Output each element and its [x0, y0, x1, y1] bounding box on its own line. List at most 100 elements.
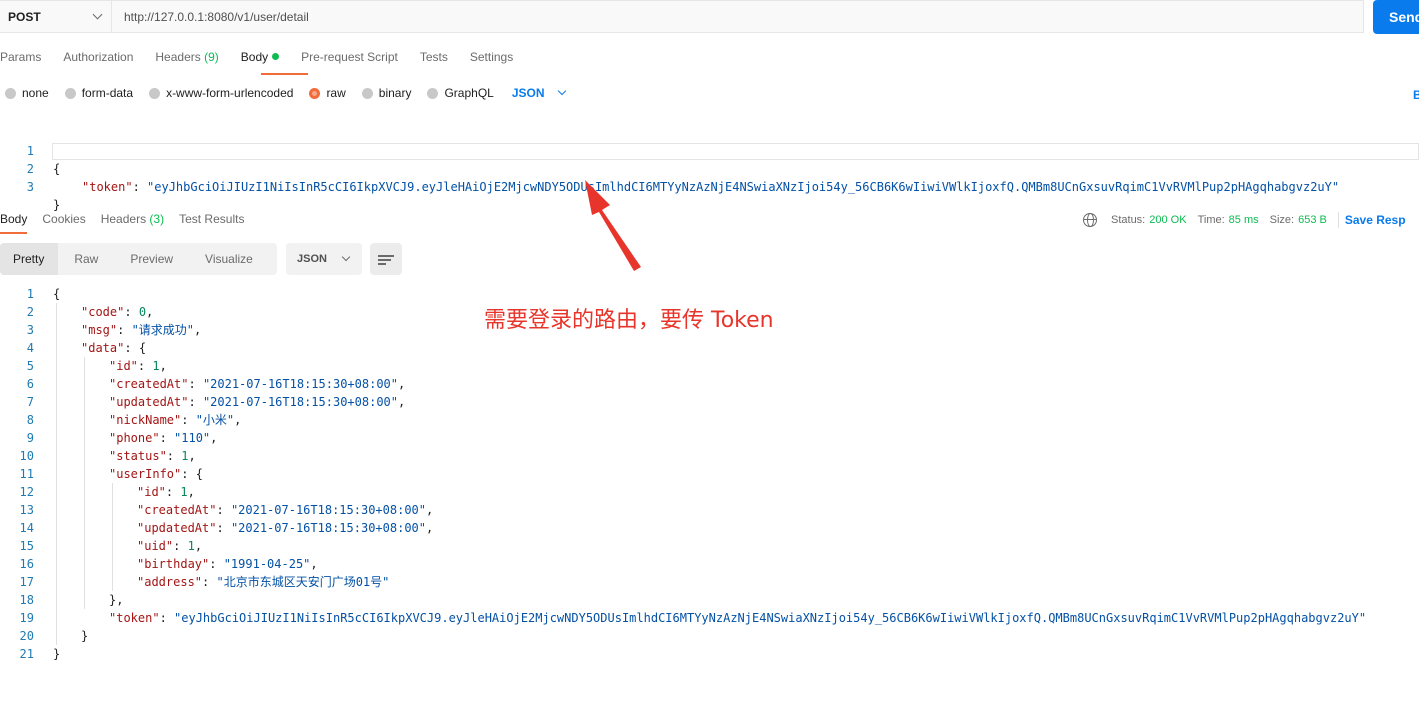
- radio-none[interactable]: none: [5, 86, 49, 100]
- tab-cookies[interactable]: Cookies: [42, 212, 85, 226]
- code-line: 12 "id": 1,: [0, 483, 1419, 501]
- radio-icon: [361, 87, 373, 99]
- json-key: "data": [81, 341, 125, 355]
- line-number: 3: [26, 323, 34, 337]
- tab-authorization[interactable]: Authorization: [63, 50, 133, 70]
- method-label: POST: [8, 9, 41, 24]
- code-line: 1{: [0, 285, 1419, 303]
- radio-raw[interactable]: raw: [309, 86, 346, 100]
- response-body-viewer[interactable]: 1{2 "code": 0, 3 "msg": "请求成功", 4 "data": {5 "…: [0, 285, 1419, 663]
- tab-params[interactable]: Params: [0, 50, 41, 70]
- time-value[interactable]: 85 ms: [1229, 214, 1259, 226]
- globe-icon[interactable]: [1083, 213, 1097, 227]
- radio-selected-icon: [309, 87, 321, 99]
- code-line: 13 "createdAt": "2021-07-16T18:15:30+08:0…: [0, 501, 1419, 519]
- code-text: }: [53, 645, 60, 663]
- tab-test-results[interactable]: Test Results: [179, 212, 244, 226]
- view-preview[interactable]: Preview: [114, 243, 189, 275]
- line-number: 15: [19, 539, 34, 553]
- code-text: "token": "eyJhbGciOiJIUzI1NiIsInR5cCI6Ik…: [109, 611, 1367, 625]
- tab-headers[interactable]: Headers (9): [155, 50, 218, 70]
- json-string: "北京市东城区天安门广场01号": [216, 575, 390, 589]
- code-line: 20}: [0, 627, 1419, 645]
- radio-icon: [149, 87, 161, 99]
- size-value[interactable]: 653 B: [1298, 214, 1327, 226]
- size-label: Size:: [1269, 214, 1295, 226]
- tab-label: Test Results: [179, 212, 245, 226]
- tab-pre-request-script[interactable]: Pre-request Script: [301, 50, 398, 70]
- line-number: 20: [19, 629, 34, 643]
- view-visualize[interactable]: Visualize: [189, 243, 269, 275]
- json-key: "id": [109, 359, 138, 373]
- json-number: 1: [152, 359, 160, 373]
- code-line: 9 "phone": "110",: [0, 429, 1419, 447]
- tab-response-body[interactable]: Body: [0, 212, 27, 226]
- code-line: 1 {: [0, 124, 1419, 176]
- radio-x-www-form-urlencoded[interactable]: x-www-form-urlencoded: [149, 86, 293, 100]
- view-pretty[interactable]: Pretty: [0, 243, 59, 275]
- tab-label: Settings: [469, 50, 514, 64]
- code-line: 5 "id": 1,: [0, 357, 1419, 375]
- tab-label: Headers: [100, 212, 147, 226]
- body-indicator-dot: [272, 53, 280, 60]
- line-number: 17: [19, 575, 34, 589]
- status-value[interactable]: 200 OK: [1149, 214, 1186, 226]
- code-text: "id": 1,: [137, 485, 195, 499]
- body-format-select[interactable]: JSON: [512, 86, 566, 100]
- tab-label: Tests: [419, 50, 448, 64]
- json-punct: ,: [398, 395, 406, 409]
- radio-binary[interactable]: binary: [361, 86, 411, 100]
- line-number: 14: [19, 521, 34, 535]
- annotation-text: 需要登录的路由，要传 Token: [484, 308, 774, 333]
- method-select[interactable]: POST: [0, 1, 112, 32]
- line-number: 12: [19, 485, 34, 499]
- response-status-bar: Status: 200 OK Time: 85 ms Size: 653 B S…: [1083, 212, 1406, 228]
- code-text: "updatedAt": "2021-07-16T18:15:30+08:00"…: [137, 521, 434, 535]
- tab-body[interactable]: Body: [240, 50, 280, 70]
- line-number: 10: [19, 449, 34, 463]
- json-string: "2021-07-16T18:15:30+08:00": [202, 395, 399, 409]
- beautify-link[interactable]: B: [1413, 88, 1419, 102]
- tab-label: Headers: [155, 50, 201, 64]
- wrap-lines-icon: [378, 263, 386, 265]
- tab-label: Authorization: [63, 50, 134, 64]
- tab-label: Body: [240, 50, 269, 64]
- radio-label: form-data: [81, 86, 134, 100]
- tab-response-headers[interactable]: Headers (3): [101, 212, 164, 226]
- url-input[interactable]: http://127.0.0.1:8080/v1/user/detail: [112, 10, 309, 24]
- json-key: "token": [109, 611, 160, 625]
- tab-settings[interactable]: Settings: [470, 50, 513, 70]
- view-raw[interactable]: Raw: [58, 243, 114, 275]
- json-key: "nickName": [109, 413, 182, 427]
- json-key: "code": [81, 305, 125, 319]
- json-number: 0: [138, 305, 147, 319]
- code-text: "userInfo": {: [109, 467, 203, 481]
- code-text: "uid": 1,: [137, 539, 203, 553]
- code-line: 15 "uid": 1,: [0, 537, 1419, 555]
- line-number: 2: [26, 305, 34, 319]
- code-text: "nickName": "小米",: [109, 413, 242, 427]
- line-number: 9: [26, 431, 34, 445]
- json-string: "请求成功": [131, 323, 195, 337]
- response-format-select[interactable]: JSON: [286, 243, 362, 275]
- radio-form-data[interactable]: form-data: [64, 86, 134, 100]
- code-line: 11 "userInfo": {: [0, 465, 1419, 483]
- request-body-editor[interactable]: 1 { 2 "token": "eyJhbGciOiJIUzI1NiIsInR5…: [0, 124, 1419, 212]
- chevron-down-icon: [557, 86, 566, 96]
- radio-graphql[interactable]: GraphQL: [427, 86, 494, 100]
- active-tab-indicator: [261, 73, 308, 75]
- json-punct: ,: [159, 359, 167, 373]
- save-response-button[interactable]: Save Resp: [1345, 213, 1406, 227]
- json-string: "1991-04-25": [223, 557, 311, 571]
- json-punct: }: [81, 629, 89, 643]
- line-number: 8: [26, 413, 34, 427]
- send-button[interactable]: Send: [1373, 0, 1419, 34]
- json-punct: ,: [187, 485, 195, 499]
- json-key: "phone": [109, 431, 160, 445]
- radio-label: none: [22, 86, 49, 100]
- tab-tests[interactable]: Tests: [420, 50, 448, 70]
- code-line: 2 "token": "eyJhbGciOiJIUzI1NiIsInR5cCI6…: [0, 142, 1419, 194]
- json-punct: {: [53, 287, 61, 301]
- line-number: 19: [19, 611, 34, 625]
- wrap-lines-button[interactable]: [370, 243, 402, 275]
